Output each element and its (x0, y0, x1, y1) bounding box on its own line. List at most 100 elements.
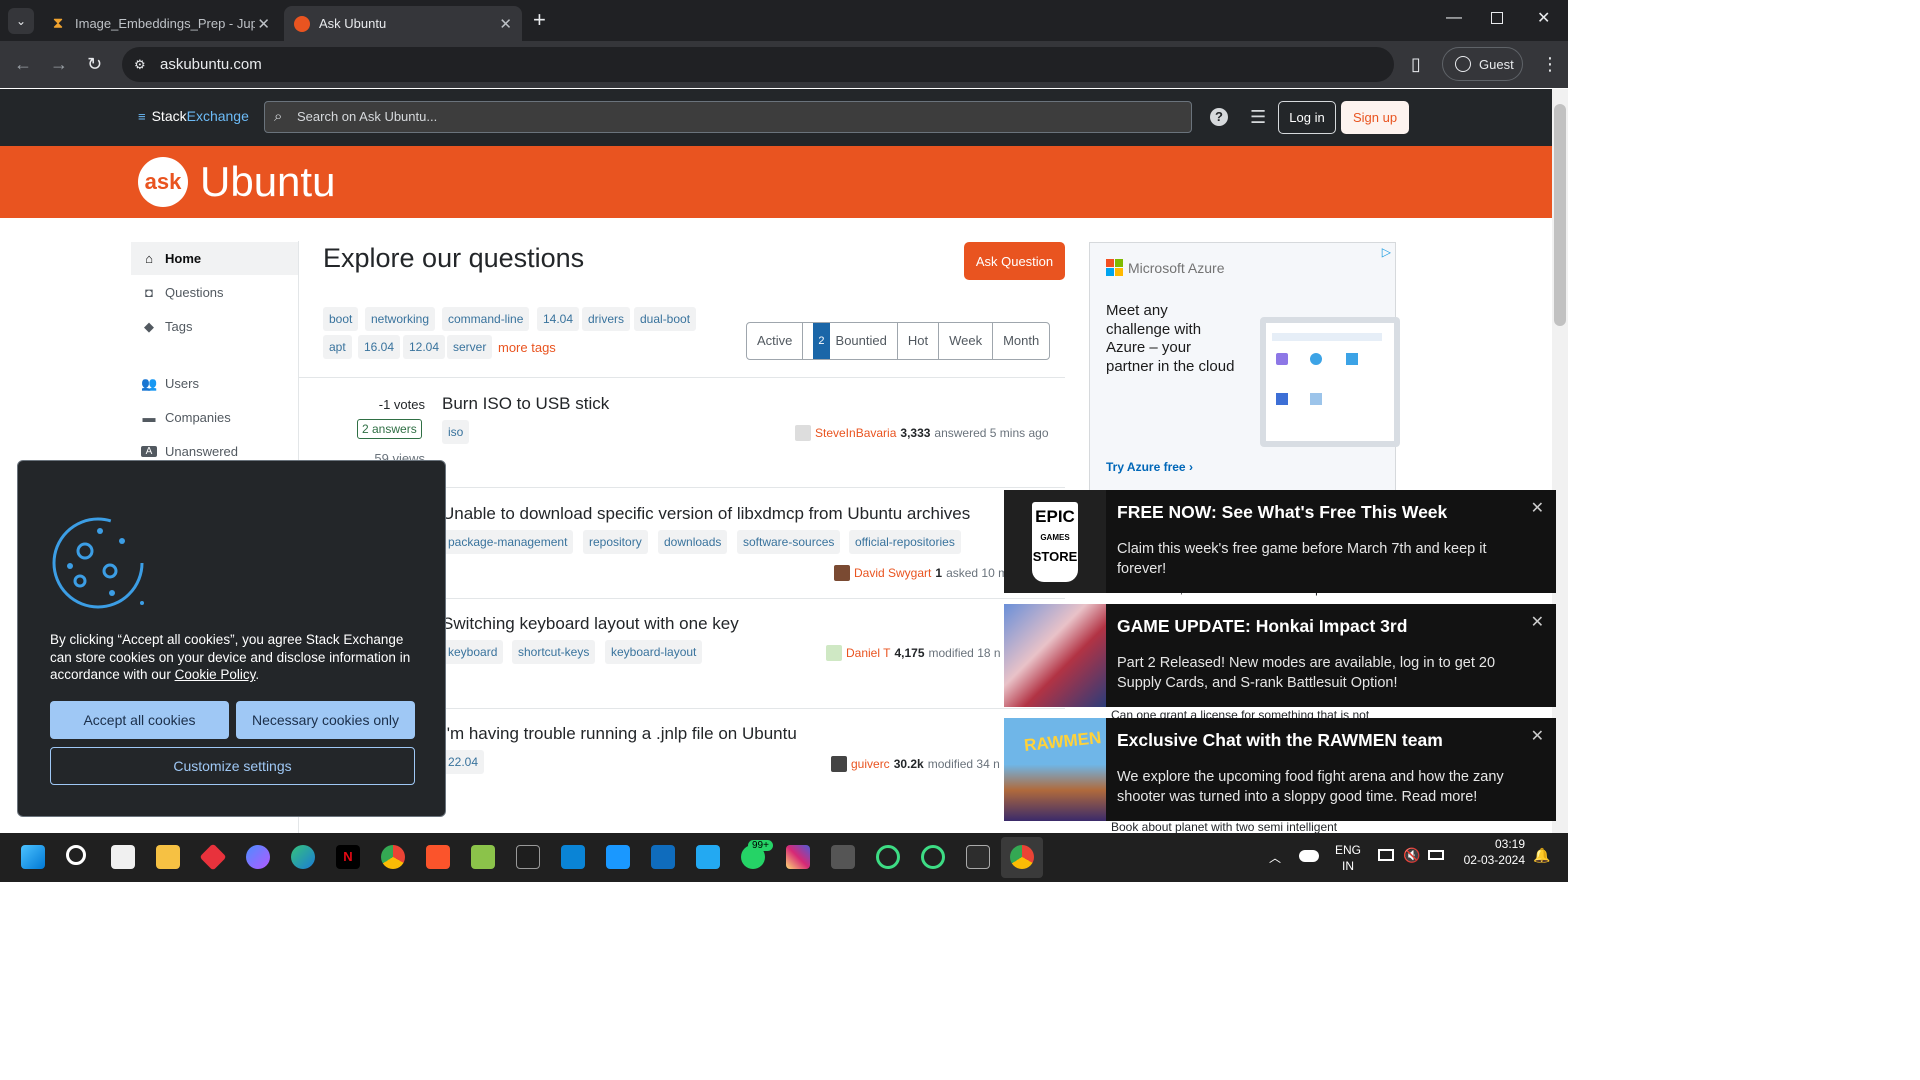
chrome-icon-active[interactable] (1010, 845, 1034, 869)
onedrive-icon[interactable] (1299, 850, 1319, 862)
sidebar-item-tags[interactable]: ◆ Tags (131, 310, 298, 343)
tag-server[interactable]: server (447, 335, 493, 359)
user-name[interactable]: David Swygart (854, 566, 931, 580)
search-icon[interactable] (66, 845, 86, 865)
address-bar[interactable]: ⚙ askubuntu.com (122, 47, 1394, 82)
chevron-up-icon[interactable]: ︿ (1269, 849, 1281, 866)
question-title[interactable]: I'm having trouble running a .jnlp file … (442, 724, 797, 744)
question-tag[interactable]: 22.04 (442, 750, 485, 774)
tag-14-04[interactable]: 14.04 (537, 307, 580, 331)
instagram-icon[interactable] (786, 845, 810, 869)
tag-12-04[interactable]: 12.04 (403, 335, 446, 359)
question-title[interactable]: Unable to download specific version of l… (442, 504, 970, 524)
language-indicator[interactable]: ENG IN (1335, 842, 1361, 874)
close-window-icon[interactable]: ✕ (1537, 8, 1550, 28)
ask-question-button[interactable]: Ask Question (964, 242, 1065, 280)
app-red-diamond-icon[interactable] (199, 843, 227, 871)
close-tab-icon[interactable]: ✕ (257, 15, 270, 33)
question-tag[interactable]: downloads (658, 530, 728, 554)
login-button[interactable]: Log in (1278, 101, 1336, 134)
question-tag[interactable]: keyboard-layout (605, 640, 703, 664)
netflix-icon[interactable]: N (336, 845, 360, 869)
sidebar-item-questions[interactable]: ◘ Questions (131, 276, 298, 309)
green-ring-icon[interactable] (876, 845, 900, 869)
stackexchange-logo[interactable]: ≡ StackExchange (138, 108, 249, 124)
question-tag[interactable]: iso (442, 420, 470, 444)
file-explorer-icon[interactable] (156, 845, 180, 869)
restore-icon[interactable] (1491, 12, 1503, 24)
profile-button[interactable]: Guest (1442, 47, 1523, 81)
scrollbar-thumb[interactable] (1554, 104, 1566, 326)
ad-cta-link[interactable]: Try Azure free › (1106, 460, 1193, 474)
adchoices-icon[interactable]: ▷ (1382, 245, 1391, 259)
store-icon[interactable] (111, 845, 135, 869)
new-tab-button[interactable]: + (533, 8, 546, 32)
filter-week[interactable]: Week (939, 323, 994, 359)
filter-month[interactable]: Month (993, 323, 1049, 359)
close-tab-icon[interactable]: ✕ (499, 15, 512, 33)
filter-active[interactable]: Active (747, 323, 804, 359)
side-panel-icon[interactable]: ▯ (1411, 54, 1421, 74)
ask-ubuntu-logo[interactable]: ask Ubuntu (138, 157, 335, 207)
tag-drivers[interactable]: drivers (582, 307, 631, 331)
necessary-cookies-button[interactable]: Necessary cookies only (236, 701, 415, 739)
reload-icon[interactable]: ↻ (87, 54, 102, 74)
question-tag[interactable]: keyboard (442, 640, 504, 664)
tag-16-04[interactable]: 16.04 (358, 335, 401, 359)
hot-question-link[interactable]: Book about planet with two semi intellig… (1111, 820, 1337, 833)
sidebar-item-companies[interactable]: ▬ Companies (131, 401, 298, 434)
search-input[interactable]: ⌕ Search on Ask Ubuntu... (264, 101, 1192, 133)
question-title[interactable]: Burn ISO to USB stick (442, 394, 609, 414)
user-name[interactable]: SteveInBavaria (815, 426, 896, 440)
terminal-icon[interactable] (966, 845, 990, 869)
network-icon[interactable] (1378, 849, 1394, 861)
site-info-icon[interactable]: ⚙ (134, 47, 146, 82)
filter-hot[interactable]: Hot (898, 323, 940, 359)
taskbar-clock[interactable]: 03:19 02-03-2024 (1455, 836, 1525, 868)
signup-button[interactable]: Sign up (1341, 101, 1409, 134)
more-tags-link[interactable]: more tags (498, 340, 556, 355)
user-name[interactable]: Daniel T (846, 646, 890, 660)
user-name[interactable]: guiverc (851, 757, 890, 771)
tab-search-button[interactable]: ⌄ (8, 8, 34, 34)
windows-start-icon[interactable] (21, 845, 45, 869)
site-switcher-icon[interactable]: ☰ (1250, 107, 1266, 128)
battery-icon[interactable] (1428, 850, 1444, 860)
tag-apt[interactable]: apt (323, 335, 352, 359)
brave-icon[interactable] (426, 845, 450, 869)
prime-video-icon[interactable] (606, 845, 630, 869)
close-notification-icon[interactable]: ✕ (1531, 498, 1544, 518)
sidebar-item-home[interactable]: ⌂ Home (131, 242, 298, 275)
azure-ad[interactable]: ▷ Microsoft Azure Meet any challenge wit… (1089, 242, 1400, 492)
question-tag[interactable]: shortcut-keys (512, 640, 596, 664)
tab-jupyter[interactable]: ⧗ Image_Embeddings_Prep - Jupy ✕ (40, 6, 280, 41)
green-ring-icon-2[interactable] (921, 845, 945, 869)
close-notification-icon[interactable]: ✕ (1531, 612, 1544, 632)
app-window-icon[interactable] (831, 845, 855, 869)
accept-all-cookies-button[interactable]: Accept all cookies (50, 701, 229, 739)
tag-networking[interactable]: networking (365, 307, 436, 331)
question-tag[interactable]: software-sources (737, 530, 841, 554)
minimize-icon[interactable]: — (1446, 9, 1462, 27)
vscode-icon[interactable] (696, 845, 720, 869)
cookie-policy-link[interactable]: Cookie Policy (175, 667, 256, 682)
notification-honkai[interactable]: GAME UPDATE: Honkai Impact 3rd Part 2 Re… (1004, 604, 1556, 707)
windows-app-icon[interactable] (561, 845, 585, 869)
terminal-app-icon[interactable] (516, 845, 540, 869)
back-icon[interactable]: ← (14, 54, 32, 74)
notification-rawmen[interactable]: RAWMEN Exclusive Chat with the RAWMEN te… (1004, 718, 1556, 821)
tag-boot[interactable]: boot (323, 307, 359, 331)
filter-bountied[interactable]: 2 Bountied (803, 323, 898, 359)
sidebar-item-users[interactable]: 👥 Users (131, 367, 298, 400)
question-title[interactable]: Switching keyboard layout with one key (442, 614, 739, 634)
volume-muted-icon[interactable]: 🔇 (1403, 847, 1420, 864)
tab-ask-ubuntu[interactable]: Ask Ubuntu ✕ (284, 6, 522, 41)
question-tag[interactable]: package-management (442, 530, 574, 554)
menu-icon[interactable]: ⋮ (1541, 54, 1559, 74)
forward-icon[interactable]: → (50, 54, 68, 74)
customize-settings-button[interactable]: Customize settings (50, 747, 415, 785)
question-tag[interactable]: repository (583, 530, 648, 554)
outlook-icon[interactable] (651, 845, 675, 869)
copilot-icon[interactable] (246, 845, 270, 869)
tag-dual-boot[interactable]: dual-boot (634, 307, 697, 331)
